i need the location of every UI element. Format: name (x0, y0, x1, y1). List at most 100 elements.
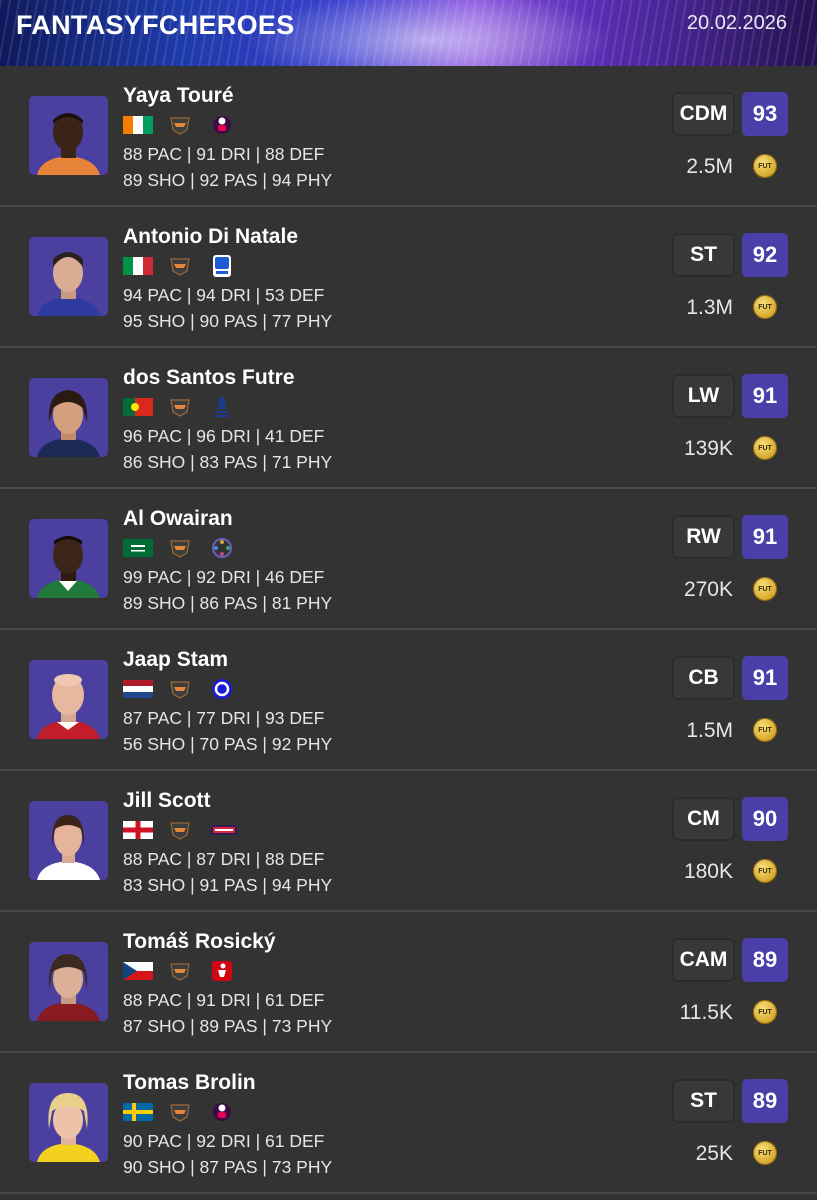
fut-coin-icon: FUT (753, 859, 777, 883)
player-name: Yaya Touré (123, 84, 234, 107)
nation-flag-icon (123, 116, 153, 134)
nation-flag-icon (123, 1103, 153, 1121)
fut-coin-icon: FUT (753, 436, 777, 460)
rating-badge: 92 (742, 233, 788, 277)
price-label: 11.5K (679, 1001, 733, 1024)
player-name: Al Owairan (123, 507, 233, 530)
position-badge: RW (672, 515, 735, 559)
nation-flag-icon (123, 257, 153, 275)
stats-line-2: 89 SHO | 86 PAS | 81 PHY (123, 593, 333, 613)
player-name: Jill Scott (123, 789, 211, 812)
header-date: 20.02.2026 (686, 12, 787, 34)
stats-line-2: 87 SHO | 89 PAS | 73 PHY (123, 1016, 333, 1036)
price-label: 139K (683, 437, 733, 460)
serie-a-icon (210, 254, 234, 278)
liga-portugal-icon (210, 395, 234, 419)
saudi-pro-league-icon (210, 536, 234, 560)
price-label: 270K (683, 578, 733, 601)
player-row[interactable]: Al Owairan 99 PAC | 92 DRI | 46 DEF 89 S… (0, 489, 817, 630)
club-badge-icon (169, 679, 191, 699)
stats-line-1: 88 PAC | 87 DRI | 88 DEF (123, 849, 325, 869)
player-row[interactable]: Tomas Brolin 90 PAC | 92 DRI | 61 DEF 90… (0, 1053, 817, 1194)
player-name: Tomas Brolin (123, 1071, 256, 1094)
player-row[interactable]: Tomáš Rosický 88 PAC | 91 DRI | 61 DEF 8… (0, 912, 817, 1053)
player-photo (29, 660, 108, 739)
price-label: 1.5M (686, 719, 733, 742)
player-photo (29, 96, 108, 175)
rating-badge: 91 (742, 656, 788, 700)
stats-line-1: 88 PAC | 91 DRI | 61 DEF (123, 990, 325, 1010)
app-header: FANTASYFCHEROES 20.02.2026 (0, 0, 817, 66)
stats-line-2: 95 SHO | 90 PAS | 77 PHY (123, 311, 333, 331)
club-badge-icon (169, 256, 191, 276)
nation-flag-icon (123, 962, 153, 980)
position-badge: LW (672, 374, 735, 418)
player-photo (29, 378, 108, 457)
stats-line-2: 56 SHO | 70 PAS | 92 PHY (123, 734, 333, 754)
player-name: Jaap Stam (123, 648, 229, 671)
stats-line-2: 89 SHO | 92 PAS | 94 PHY (123, 170, 333, 190)
player-photo (29, 519, 108, 598)
club-badge-icon (169, 961, 191, 981)
club-badge-icon (169, 820, 191, 840)
player-name: Antonio Di Natale (123, 225, 299, 248)
fut-coin-icon: FUT (753, 1141, 777, 1165)
stats-line-1: 94 PAC | 94 DRI | 53 DEF (123, 285, 325, 305)
price-label: 2.5M (686, 155, 733, 178)
player-row[interactable]: Yaya Touré 88 PAC | 91 DRI | 88 DEF 89 S… (0, 66, 817, 207)
rating-badge: 91 (742, 374, 788, 418)
bundesliga-icon (210, 959, 234, 983)
rating-badge: 90 (742, 797, 788, 841)
stats-line-1: 90 PAC | 92 DRI | 61 DEF (123, 1131, 325, 1151)
nwsl-icon (210, 818, 237, 842)
fut-coin-icon: FUT (753, 718, 777, 742)
position-badge: CB (672, 656, 735, 700)
position-badge: ST (672, 1079, 735, 1123)
player-row[interactable]: dos Santos Futre 96 PAC | 96 DRI | 41 DE… (0, 348, 817, 489)
fut-coin-icon: FUT (753, 577, 777, 601)
rating-badge: 89 (742, 1079, 788, 1123)
position-badge: CDM (672, 92, 735, 136)
player-photo (29, 801, 108, 880)
stats-line-1: 99 PAC | 92 DRI | 46 DEF (123, 567, 325, 587)
premier-league-icon (210, 1100, 234, 1124)
stats-line-2: 86 SHO | 83 PAS | 71 PHY (123, 452, 333, 472)
nation-flag-icon (123, 398, 153, 416)
fut-coin-icon: FUT (753, 295, 777, 319)
brand-title: FANTASYFCHEROES (16, 10, 295, 40)
premier-league-icon (210, 113, 234, 137)
player-row[interactable]: Antonio Di Natale 94 PAC | 94 DRI | 53 D… (0, 207, 817, 348)
ligue-1-icon (210, 677, 234, 701)
nation-flag-icon (123, 539, 153, 557)
stats-line-1: 87 PAC | 77 DRI | 93 DEF (123, 708, 325, 728)
position-badge: CM (672, 797, 735, 841)
player-name: dos Santos Futre (123, 366, 295, 389)
player-row[interactable]: Jaap Stam 87 PAC | 77 DRI | 93 DEF 56 SH… (0, 630, 817, 771)
club-badge-icon (169, 115, 191, 135)
player-photo (29, 942, 108, 1021)
club-badge-icon (169, 538, 191, 558)
nation-flag-icon (123, 680, 153, 698)
position-badge: ST (672, 233, 735, 277)
rating-badge: 93 (742, 92, 788, 136)
stats-line-1: 96 PAC | 96 DRI | 41 DEF (123, 426, 325, 446)
rating-badge: 89 (742, 938, 788, 982)
stats-line-2: 90 SHO | 87 PAS | 73 PHY (123, 1157, 333, 1177)
player-name: Tomáš Rosický (123, 930, 276, 953)
price-label: 25K (695, 1142, 733, 1165)
price-label: 180K (683, 860, 733, 883)
fut-coin-icon: FUT (753, 1000, 777, 1024)
player-row[interactable]: Jill Scott 88 PAC | 87 DRI | 88 DEF 83 S… (0, 771, 817, 912)
price-label: 1.3M (686, 296, 733, 319)
player-list: Yaya Touré 88 PAC | 91 DRI | 88 DEF 89 S… (0, 66, 817, 1194)
club-badge-icon (169, 397, 191, 417)
rating-badge: 91 (742, 515, 788, 559)
player-photo (29, 1083, 108, 1162)
player-photo (29, 237, 108, 316)
fut-coin-icon: FUT (753, 154, 777, 178)
stats-line-2: 83 SHO | 91 PAS | 94 PHY (123, 875, 333, 895)
stats-line-1: 88 PAC | 91 DRI | 88 DEF (123, 144, 325, 164)
position-badge: CAM (672, 938, 735, 982)
club-badge-icon (169, 1102, 191, 1122)
nation-flag-icon (123, 821, 153, 839)
